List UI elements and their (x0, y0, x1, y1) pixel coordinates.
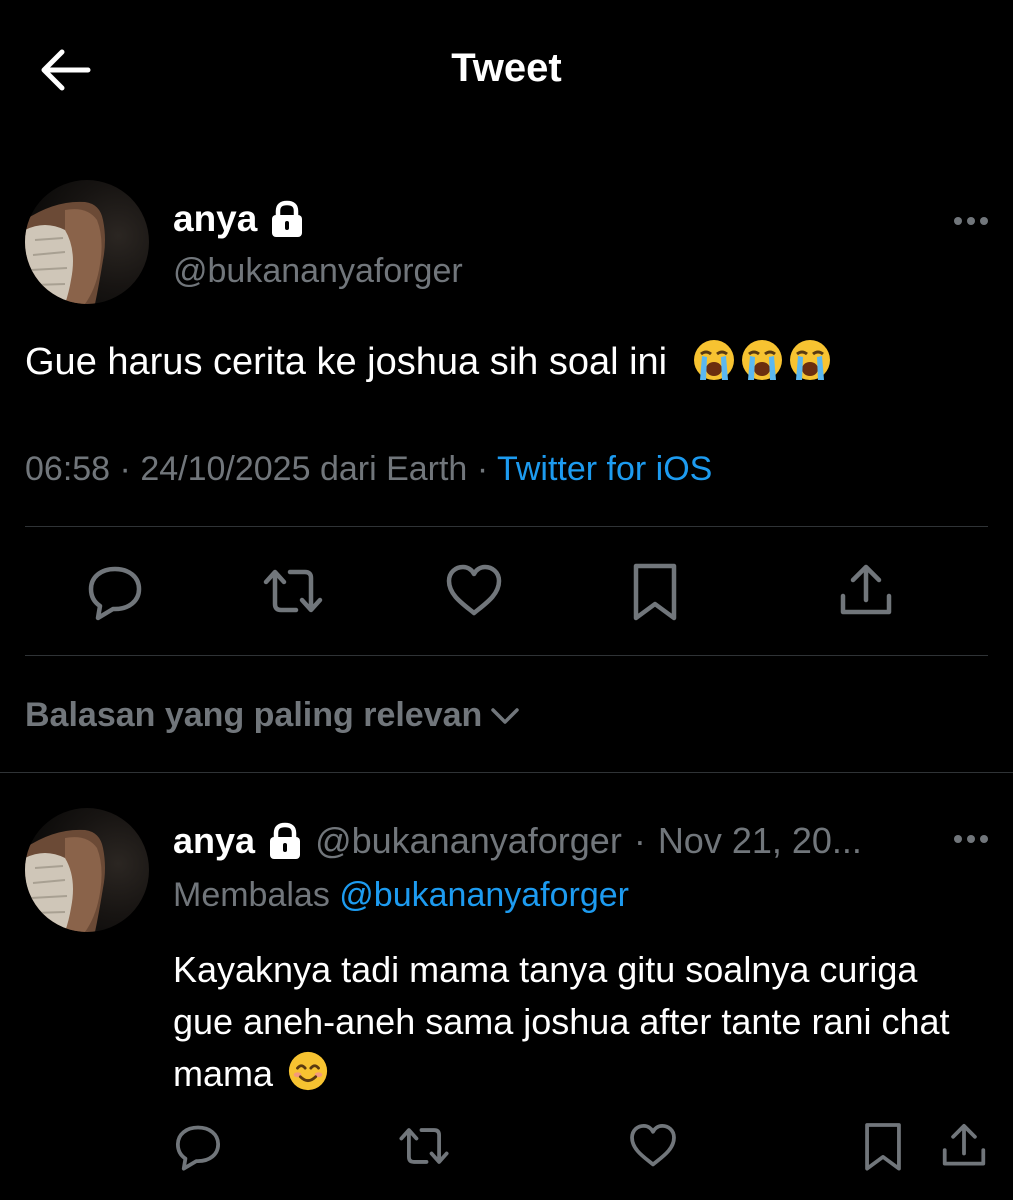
replying-to: Membalas @bukananyaforger (173, 876, 629, 915)
reply-text: Kayaknya tadi mama tanya gitu soalnya cu… (173, 944, 973, 1100)
reply-button[interactable] (84, 560, 146, 622)
tweet-time: 06:58 (25, 450, 111, 488)
reply-date: Nov 21, 20... (657, 820, 862, 861)
reply-author-handle: @bukananyaforger (315, 820, 622, 861)
retweet-button[interactable] (262, 560, 324, 622)
avatar[interactable] (25, 180, 149, 304)
reply-icon (88, 566, 142, 621)
more-options-icon[interactable] (953, 834, 989, 844)
loudly-crying-face-icon (741, 340, 782, 380)
bookmark-button[interactable] (624, 560, 686, 622)
chevron-down-icon (491, 707, 520, 724)
smiling-face-icon (288, 1051, 328, 1091)
share-icon (942, 1123, 986, 1166)
reply-reply-button[interactable] (172, 1120, 224, 1172)
share-button[interactable] (835, 560, 897, 622)
bookmark-icon (633, 563, 677, 621)
avatar[interactable] (25, 808, 149, 932)
loudly-crying-face-icon (693, 340, 734, 380)
separator: · (633, 820, 646, 861)
reply-share-button[interactable] (938, 1120, 990, 1172)
replies-sort-dropdown[interactable]: Balasan yang paling relevan (25, 696, 520, 735)
replying-prefix: Membalas (173, 876, 330, 914)
avatar-image (25, 829, 105, 932)
lock-icon (272, 200, 303, 237)
sort-label: Balasan yang paling relevan (25, 696, 483, 734)
divider (25, 526, 988, 527)
author-name: anya (173, 198, 258, 239)
mention-link[interactable]: @bukananyaforger (339, 876, 629, 914)
heart-icon (446, 564, 502, 616)
tweet-body: Gue harus cerita ke joshua sih soal ini (25, 341, 668, 383)
more-options-icon[interactable] (953, 216, 989, 226)
separator: · (476, 450, 489, 488)
separator: · (119, 450, 131, 488)
page-title: Tweet (451, 46, 562, 90)
reply-retweet-button[interactable] (398, 1120, 450, 1172)
retweet-icon (399, 1128, 449, 1164)
retweet-icon (263, 569, 323, 613)
heart-icon (630, 1123, 676, 1167)
reply-bookmark-button[interactable] (857, 1120, 909, 1172)
bookmark-icon (865, 1123, 901, 1171)
divider (25, 655, 988, 656)
lock-icon (270, 822, 301, 859)
author-handle[interactable]: @bukananyaforger (173, 252, 463, 291)
avatar-image (25, 201, 105, 304)
tweet-metadata: 06:58 · 24/10/2025 dari Earth · Twitter … (25, 450, 712, 489)
share-icon (840, 564, 892, 615)
reply-header[interactable]: anya @bukananyaforger · Nov 21, 20... (173, 820, 862, 862)
reply-author-name: anya (173, 820, 256, 861)
tweet-source-link[interactable]: Twitter for iOS (497, 450, 712, 488)
reply-icon (175, 1125, 221, 1171)
tweet-date-location: 24/10/2025 dari Earth (140, 450, 468, 488)
like-button[interactable] (443, 560, 505, 622)
reply-like-button[interactable] (627, 1120, 679, 1172)
loudly-crying-face-icon (789, 340, 830, 380)
divider (0, 772, 1013, 773)
tweet-text: Gue harus cerita ke joshua sih soal ini (25, 338, 832, 384)
author-name-row[interactable]: anya (173, 198, 305, 240)
